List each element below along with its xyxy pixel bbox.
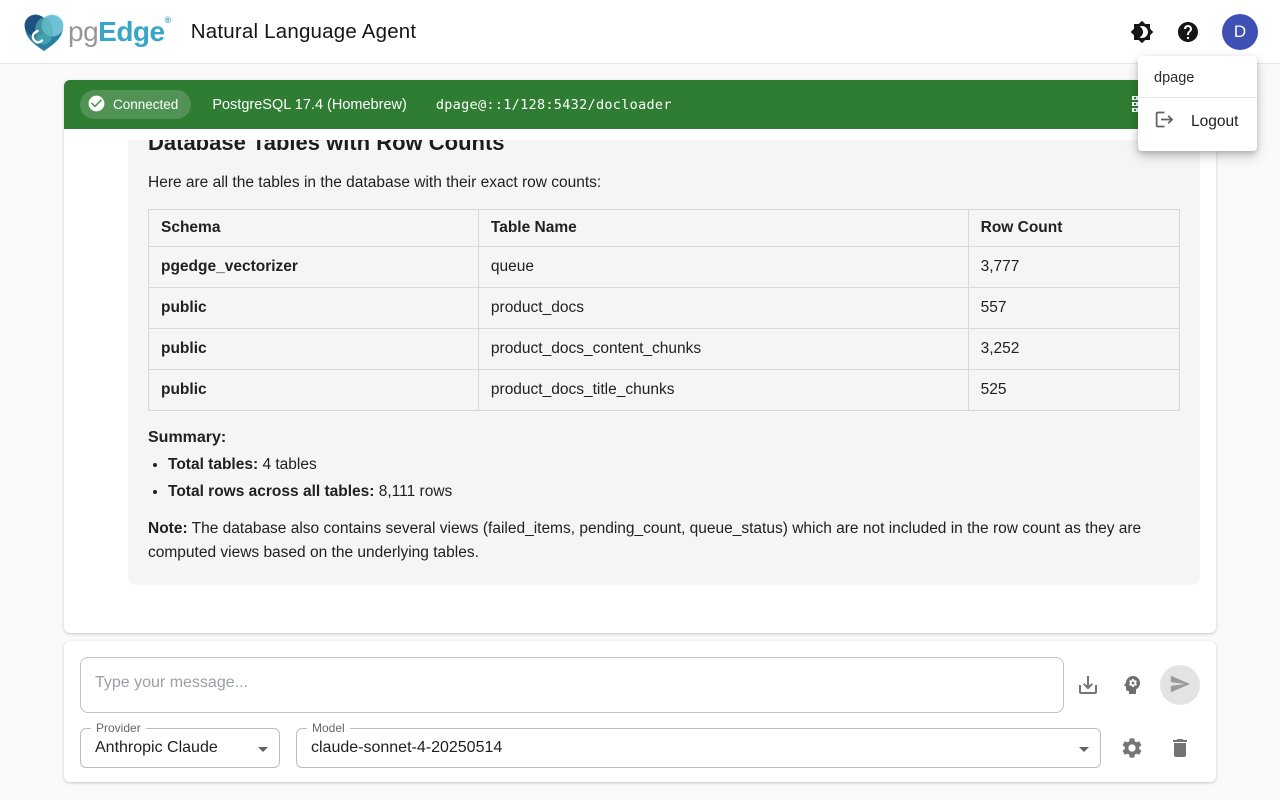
ai-thinking-button[interactable] xyxy=(1112,665,1152,705)
table-row: public product_docs 557 xyxy=(149,288,1180,329)
connection-status-label: Connected xyxy=(113,97,178,112)
provider-select-value: Anthropic Claude xyxy=(95,739,218,757)
pgedge-logo: pgEdge® xyxy=(22,10,171,54)
list-item: Total rows across all tables: 8,111 rows xyxy=(168,483,1180,501)
help-icon xyxy=(1176,20,1200,44)
account-menu-username: dpage xyxy=(1138,65,1257,97)
chat-panel: Connected PostgreSQL 17.4 (Homebrew) dpa… xyxy=(64,80,1216,633)
summary-title: Summary: xyxy=(148,429,1180,447)
connection-statusbar: Connected PostgreSQL 17.4 (Homebrew) dpa… xyxy=(64,80,1216,129)
connection-status-badge: Connected xyxy=(80,90,191,119)
list-item: Total tables: 4 tables xyxy=(168,456,1180,474)
message-note: Note: The database also contains several… xyxy=(148,517,1180,565)
message-heading: Database Tables with Row Counts xyxy=(148,140,1180,156)
provider-select-label: Provider xyxy=(91,721,146,735)
table-row: public product_docs_title_chunks 525 xyxy=(149,370,1180,411)
row-count-cell: 3,252 xyxy=(968,329,1179,370)
logout-label: Logout xyxy=(1191,113,1238,131)
model-select-value: claude-sonnet-4-20250514 xyxy=(311,739,502,757)
table-name-column-header: Table Name xyxy=(478,210,968,247)
message-intro: Here are all the tables in the database … xyxy=(148,174,1180,192)
gear-icon xyxy=(1120,736,1144,760)
settings-button[interactable] xyxy=(1112,728,1152,768)
schema-cell: pgedge_vectorizer xyxy=(149,247,479,288)
download-icon xyxy=(1076,673,1100,697)
clear-chat-button[interactable] xyxy=(1160,728,1200,768)
check-circle-icon xyxy=(87,94,106,116)
avatar[interactable]: D xyxy=(1222,14,1258,50)
summary-list: Total tables: 4 tables Total rows across… xyxy=(168,456,1180,501)
connection-string: dpage@::1/128:5432/docloader xyxy=(436,97,672,113)
pgedge-logo-icon xyxy=(22,10,66,54)
send-icon xyxy=(1169,673,1191,698)
assistant-message: Database Tables with Row Counts Here are… xyxy=(128,140,1200,585)
table-row: pgedge_vectorizer queue 3,777 xyxy=(149,247,1180,288)
row-count-column-header: Row Count xyxy=(968,210,1179,247)
model-select-label: Model xyxy=(307,721,350,735)
composer-panel: Provider Anthropic Claude Model claude-s… xyxy=(64,641,1216,782)
brightness-toggle-icon xyxy=(1130,20,1154,44)
message-input[interactable] xyxy=(80,657,1064,713)
download-button[interactable] xyxy=(1068,665,1108,705)
trash-icon xyxy=(1168,736,1192,760)
chevron-down-icon xyxy=(1072,737,1096,766)
send-button[interactable] xyxy=(1160,665,1200,705)
schema-cell: public xyxy=(149,288,479,329)
row-counts-table: Schema Table Name Row Count pgedge_vecto… xyxy=(148,209,1180,411)
table-name-cell: queue xyxy=(478,247,968,288)
table-name-cell: product_docs_title_chunks xyxy=(478,370,968,411)
logout-icon xyxy=(1154,109,1175,135)
model-select[interactable]: Model claude-sonnet-4-20250514 xyxy=(296,728,1101,768)
provider-select[interactable]: Provider Anthropic Claude xyxy=(80,728,280,768)
account-menu: dpage Logout xyxy=(1138,56,1257,151)
server-version-label: PostgreSQL 17.4 (Homebrew) xyxy=(212,97,407,113)
logout-menu-item[interactable]: Logout xyxy=(1138,98,1257,145)
schema-column-header: Schema xyxy=(149,210,479,247)
page-title: Natural Language Agent xyxy=(191,20,417,44)
table-name-cell: product_docs xyxy=(478,288,968,329)
schema-cell: public xyxy=(149,370,479,411)
row-count-cell: 525 xyxy=(968,370,1179,411)
help-button[interactable] xyxy=(1168,12,1208,52)
chevron-down-icon xyxy=(251,737,275,766)
schema-cell: public xyxy=(149,329,479,370)
row-count-cell: 3,777 xyxy=(968,247,1179,288)
pgedge-wordmark: pgEdge® xyxy=(68,15,171,48)
row-count-cell: 557 xyxy=(968,288,1179,329)
psychology-icon xyxy=(1120,673,1144,697)
table-row: public product_docs_content_chunks 3,252 xyxy=(149,329,1180,370)
app-header: pgEdge® Natural Language Agent D xyxy=(0,0,1280,64)
chat-scroll-area[interactable]: Database Tables with Row Counts Here are… xyxy=(64,140,1216,633)
avatar-letter: D xyxy=(1234,22,1246,42)
theme-toggle-button[interactable] xyxy=(1122,12,1162,52)
table-name-cell: product_docs_content_chunks xyxy=(478,329,968,370)
table-header-row: Schema Table Name Row Count xyxy=(149,210,1180,247)
